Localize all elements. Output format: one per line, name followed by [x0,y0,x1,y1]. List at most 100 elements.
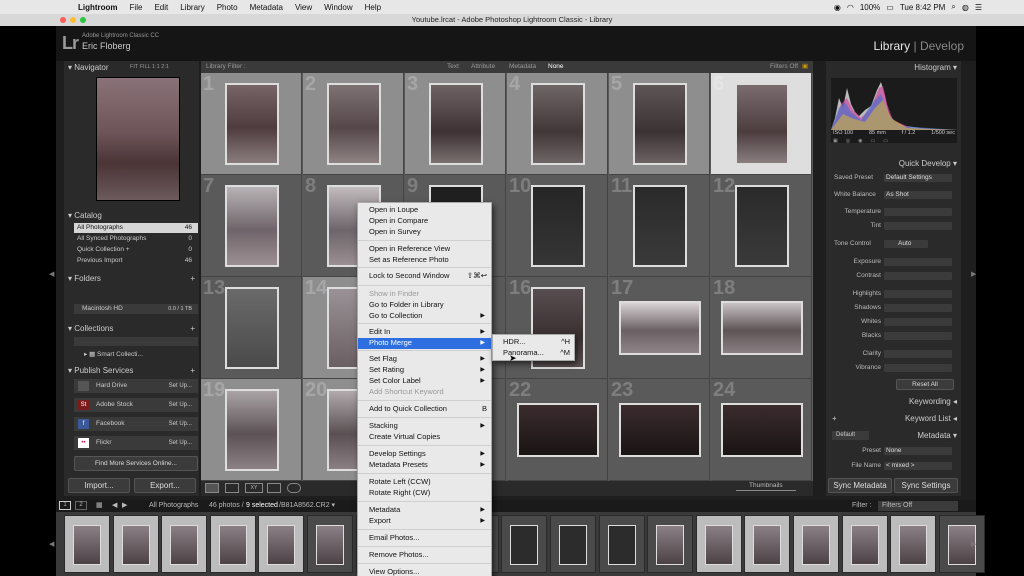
photo-thumbnail[interactable] [530,83,585,165]
filter-metadata[interactable]: Metadata [509,61,536,73]
service-setup[interactable]: Set Up... [169,436,192,450]
photo-thumbnail[interactable] [224,389,279,471]
menu-item-edit-in[interactable]: Edit In ▶ [358,327,491,338]
grid-icon[interactable]: ▦ [96,500,103,512]
clarity-buttons[interactable] [884,350,952,358]
vibrance-buttons[interactable] [884,364,952,372]
add-folder-icon[interactable]: + [190,272,195,285]
grid-cell[interactable]: 22 [507,379,608,481]
photo-thumbnail[interactable] [326,83,381,165]
menu-item-go-to-collection[interactable]: Go to Collection ▶ [358,311,491,322]
find-more-services-button[interactable]: Find More Services Online... [74,456,198,471]
filmstrip-cell[interactable] [793,515,839,573]
navigator-header[interactable]: ▾ Navigator FIT FILL 1:1 2:1 [64,61,199,74]
filmstrip-thumbnail[interactable] [802,525,830,565]
filmstrip-cell[interactable] [841,515,888,573]
grid-view-icon[interactable] [205,483,219,493]
shadows-buttons[interactable] [884,304,952,312]
menu-help[interactable]: Help [365,3,381,12]
lock-icon[interactable]: ▣ [802,61,808,73]
graduated-icon[interactable]: ▭ [870,138,875,144]
menu-app[interactable]: Lightroom [78,3,118,12]
filmstrip-cell[interactable] [695,515,742,573]
sync-settings-button[interactable]: Sync Settings [894,478,958,493]
loupe-view-icon[interactable] [225,483,239,493]
brush-icon[interactable]: ▭ [883,138,888,144]
menu-library[interactable]: Library [180,3,204,12]
zoom-options[interactable]: FIT FILL 1:1 2:1 [130,61,169,74]
collections-search-field[interactable] [74,337,198,346]
keyword-list-header[interactable]: + Keyword List ◂ [826,412,961,425]
filmstrip-cell[interactable] [744,515,791,573]
filmstrip-thumbnail[interactable] [170,525,199,565]
filters-off[interactable]: Filters Off [770,61,798,73]
menu-window[interactable]: Window [324,3,352,12]
filmstrip-thumbnail[interactable] [267,525,296,565]
filter-attribute[interactable]: Attribute [471,61,495,73]
photo-thumbnail[interactable] [734,185,789,267]
menu-item-metadata[interactable]: Metadata ▶ [358,505,491,516]
photo-thumbnail[interactable] [428,83,483,165]
filmstrip-cell[interactable] [938,515,985,573]
right-panel-toggle-icon[interactable]: ▶ [971,270,976,278]
filmstrip-cell[interactable] [647,515,694,573]
blacks-buttons[interactable] [884,332,952,340]
zoom-fill[interactable]: FILL [140,64,151,70]
filmstrip-cell[interactable] [161,515,208,573]
menu-item-develop-settings[interactable]: Develop Settings ▶ [358,449,491,460]
contrast-buttons[interactable] [884,272,952,280]
filmstrip-thumbnail[interactable] [607,525,636,565]
grid-cell[interactable]: 10 [507,175,608,277]
service-setup[interactable]: Set Up... [169,417,192,431]
filmstrip-thumbnail[interactable] [899,525,928,565]
photo-thumbnail[interactable] [618,301,701,355]
sync-metadata-button[interactable]: Sync Metadata [828,478,892,493]
photo-thumbnail[interactable] [530,185,585,267]
smart-collection[interactable]: ▸ ▦ Smart Collecti... [74,350,198,360]
grid-cell[interactable]: 6 [711,73,812,175]
filmstrip-thumbnail[interactable] [850,525,879,565]
filmstrip-thumbnail[interactable] [218,525,247,565]
add-publish-icon[interactable]: + [190,364,195,377]
publish-hard-drive[interactable]: Hard Drive Set Up... [74,379,198,393]
photo-thumbnail[interactable] [720,403,803,457]
zoom-fit[interactable]: FIT [130,64,138,70]
photo-thumbnail[interactable] [632,83,687,165]
filmstrip-scroll-right-icon[interactable]: ▶ [971,540,976,548]
filmstrip-scroll-left-icon[interactable]: ◀ [49,540,54,548]
page-1-button[interactable]: 1 [59,501,71,510]
publish-facebook[interactable]: f Facebook Set Up... [74,417,198,431]
menu-item-set-rating[interactable]: Set Rating ▶ [358,365,491,376]
menu-item-open-in-loupe[interactable]: Open in Loupe [358,205,491,216]
histogram-header[interactable]: Histogram ▾ [826,61,961,74]
filmstrip-thumbnail[interactable] [656,525,685,565]
filmstrip-thumbnail[interactable] [753,525,782,565]
photo-thumbnail[interactable] [224,185,279,267]
grid-cell[interactable]: 12 [711,175,812,277]
catalog-all-synced[interactable]: All Synced Photographs 0 [74,234,198,244]
folders-header[interactable]: ▾ Folders + [64,272,199,285]
battery-icon[interactable]: ▭ [886,3,894,12]
list-icon[interactable]: ☰ [975,3,982,12]
zoom-2-1[interactable]: 2:1 [161,64,169,70]
clock[interactable]: Tue 8:42 PM [900,3,946,12]
left-panel-toggle-icon[interactable]: ◀ [49,270,54,278]
grid-cell[interactable]: 13 [201,277,302,379]
redeye-icon[interactable]: ◉ [858,138,862,144]
menu-item-set-color-label[interactable]: Set Color Label ▶ [358,376,491,387]
menu-item-remove-photos[interactable]: Remove Photos... [358,550,491,561]
publish-services-header[interactable]: ▾ Publish Services + [64,364,199,377]
menu-file[interactable]: File [130,3,143,12]
temperature-buttons[interactable] [884,208,952,216]
module-develop[interactable]: Develop [920,39,964,53]
filmstrip-thumbnail[interactable] [559,525,587,565]
filmstrip-cell[interactable] [307,515,353,573]
add-collection-icon[interactable]: + [190,322,195,335]
publish-flickr[interactable]: •• Flickr Set Up... [74,436,198,450]
menu-item-email-photos[interactable]: Email Photos... [358,533,491,544]
reset-all-button[interactable]: Reset All [896,379,954,390]
grid-cell[interactable]: 18 [711,277,812,379]
menu-edit[interactable]: Edit [154,3,168,12]
menu-item-rotate-right-cw[interactable]: Rotate Right (CW) [358,488,491,499]
menu-item-open-in-compare[interactable]: Open in Compare [358,216,491,227]
